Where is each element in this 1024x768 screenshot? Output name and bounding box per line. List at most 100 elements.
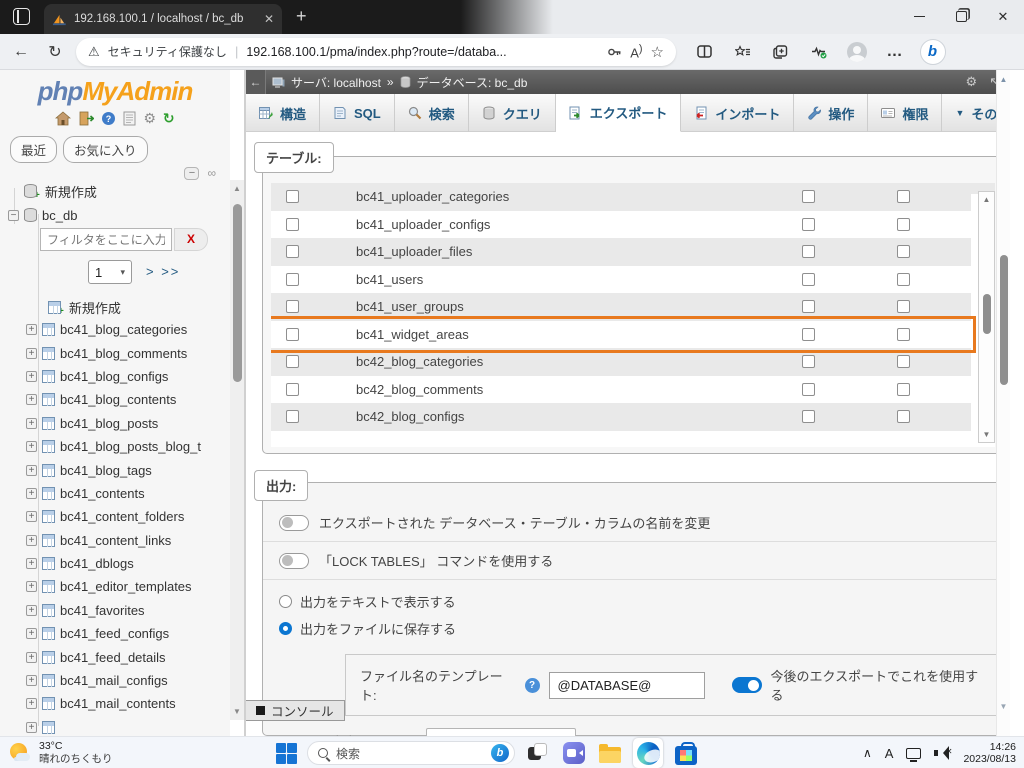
filename-template-input[interactable] [548,671,705,699]
scrollbar-thumb[interactable] [982,294,991,334]
structure-checkbox[interactable] [802,410,815,423]
store-button[interactable] [673,740,699,766]
table-name[interactable]: bc41_user_groups [356,293,464,321]
task-view-button[interactable] [525,740,551,766]
table-checkbox[interactable] [286,272,299,286]
table-checkbox[interactable] [286,245,299,258]
tree-table-item[interactable]: + bc41_blog_comments [0,341,230,364]
table-row[interactable]: bc41_uploader_categories [271,183,971,211]
structure-checkbox[interactable] [802,382,815,396]
expand-icon[interactable]: + [26,370,37,382]
expand-icon[interactable]: + [26,558,37,570]
table-checkbox[interactable] [286,327,299,341]
scroll-down-icon[interactable]: ▼ [979,430,994,439]
data-checkbox[interactable] [897,355,910,368]
tree-table-item[interactable]: + bc41_blog_posts [0,412,230,435]
start-button[interactable] [276,742,297,764]
volume-muted-icon[interactable]: ✕ [934,746,952,760]
sidebar-scrollbar[interactable]: ▲ ▼ [230,180,244,720]
table-name[interactable]: bc41_uploader_categories [356,183,509,211]
expand-icon[interactable]: + [26,581,37,593]
help-icon[interactable]: ? [101,111,116,126]
table-checkbox[interactable] [286,190,299,203]
expand-icon[interactable]: + [26,511,37,523]
new-tab-button[interactable]: + [296,7,307,25]
tree-database-bc_db[interactable]: − bc_db [8,204,77,226]
data-checkbox[interactable] [897,272,910,286]
table-checkbox[interactable] [286,355,299,368]
structure-checkbox[interactable] [802,355,815,368]
window-minimize-button[interactable] [898,0,940,33]
output-as-file-option[interactable]: 出力をファイルに保存する [279,615,985,642]
tab-close-icon[interactable]: ✕ [264,12,274,26]
structure-checkbox[interactable] [802,327,815,341]
structure-checkbox[interactable] [802,272,815,286]
table-name[interactable]: bc41_uploader_configs [356,211,490,239]
scroll-up-icon[interactable]: ▲ [997,75,1010,84]
table-row[interactable]: bc41_user_groups [271,293,971,321]
radio-unselected[interactable] [279,595,292,608]
favorites-button[interactable]: お気に入り [63,136,148,163]
table-checkbox[interactable] [286,410,299,423]
table-row[interactable]: bc41_uploader_files [271,238,971,266]
recent-button[interactable]: 最近 [10,136,58,163]
expand-icon[interactable]: + [26,604,37,616]
address-bar[interactable]: ⚠ セキュリティ保護なし | 192.168.100.1/pma/index.p… [76,37,676,66]
expand-icon[interactable]: + [26,651,37,663]
tree-table-item[interactable]: + bc41_blog_contents [0,388,230,411]
page-settings-gear-icon[interactable]: ⚙ [965,74,977,90]
rename-toggle[interactable] [279,514,309,531]
tree-table-item[interactable]: + bc41_favorites [0,599,230,622]
lock-tables-toggle[interactable] [279,552,309,569]
tree-table-item[interactable]: + bc41_mail_configs [0,669,230,692]
reuse-template-toggle[interactable] [731,677,762,693]
console-button[interactable]: コンソール [246,700,345,721]
file-explorer-button[interactable] [597,740,623,766]
taskbar-clock[interactable]: 14:26 2023/08/13 [963,741,1016,766]
tree-table-item[interactable]: + bc41_blog_categories [0,318,230,341]
table-checkbox[interactable] [286,217,299,231]
scrollbar-thumb[interactable] [1000,255,1008,385]
data-checkbox[interactable] [897,382,910,396]
expand-icon[interactable]: + [26,675,37,687]
scrollbar-thumb[interactable] [232,204,242,382]
tab-privileges[interactable]: 権限 [868,94,943,132]
collections-icon[interactable] [766,37,795,66]
data-checkbox[interactable] [897,327,910,341]
tab-query[interactable]: クエリ [469,94,556,132]
edge-button[interactable] [633,738,663,768]
network-icon[interactable] [906,747,922,762]
table-checkbox[interactable] [286,382,299,396]
tree-table-item[interactable]: + bc41_feed_details [0,645,230,668]
table-checkbox[interactable] [286,300,299,313]
browser-essentials-icon[interactable] [804,37,833,66]
tree-table-item[interactable]: + bc41_blog_configs [0,365,230,388]
data-checkbox[interactable] [897,410,910,423]
structure-checkbox[interactable] [802,245,815,258]
weather-widget[interactable]: 33°C 晴れのちくもり [10,740,113,765]
scroll-down-icon[interactable]: ▼ [997,702,1010,711]
browser-tab[interactable]: 192.168.100.1 / localhost / bc_db ✕ [44,4,282,34]
tab-operations[interactable]: 操作 [794,94,869,132]
expand-icon[interactable]: + [26,417,37,429]
reload-nav-icon[interactable]: ↻ [163,110,175,127]
table-name[interactable]: bc41_users [356,266,423,294]
tab-import[interactable]: インポート [681,94,795,132]
table-name[interactable]: bc42_blog_categories [356,348,483,376]
data-checkbox[interactable] [897,217,910,231]
expand-icon[interactable]: + [26,394,37,406]
breadcrumb-server[interactable]: サーバ: localhost [291,74,381,91]
table-name[interactable]: bc42_blog_configs [356,403,464,431]
expand-icon[interactable]: + [26,628,37,640]
expand-icon[interactable]: + [26,534,37,546]
page-next-link[interactable]: > [146,264,156,279]
page-last-link[interactable]: >> [161,264,180,279]
table-row[interactable]: bc41_users [271,265,971,294]
expand-icon[interactable]: + [26,324,37,336]
breadcrumb-back-icon[interactable]: ← [246,70,266,94]
table-row[interactable]: bc41_uploader_configs [271,210,971,239]
scroll-down-icon[interactable]: ▼ [230,707,244,716]
tree-table-item[interactable]: + bc41_content_links [0,529,230,552]
favorites-bar-icon[interactable] [728,37,757,66]
table-row[interactable]: bc42_blog_configs [271,403,971,431]
